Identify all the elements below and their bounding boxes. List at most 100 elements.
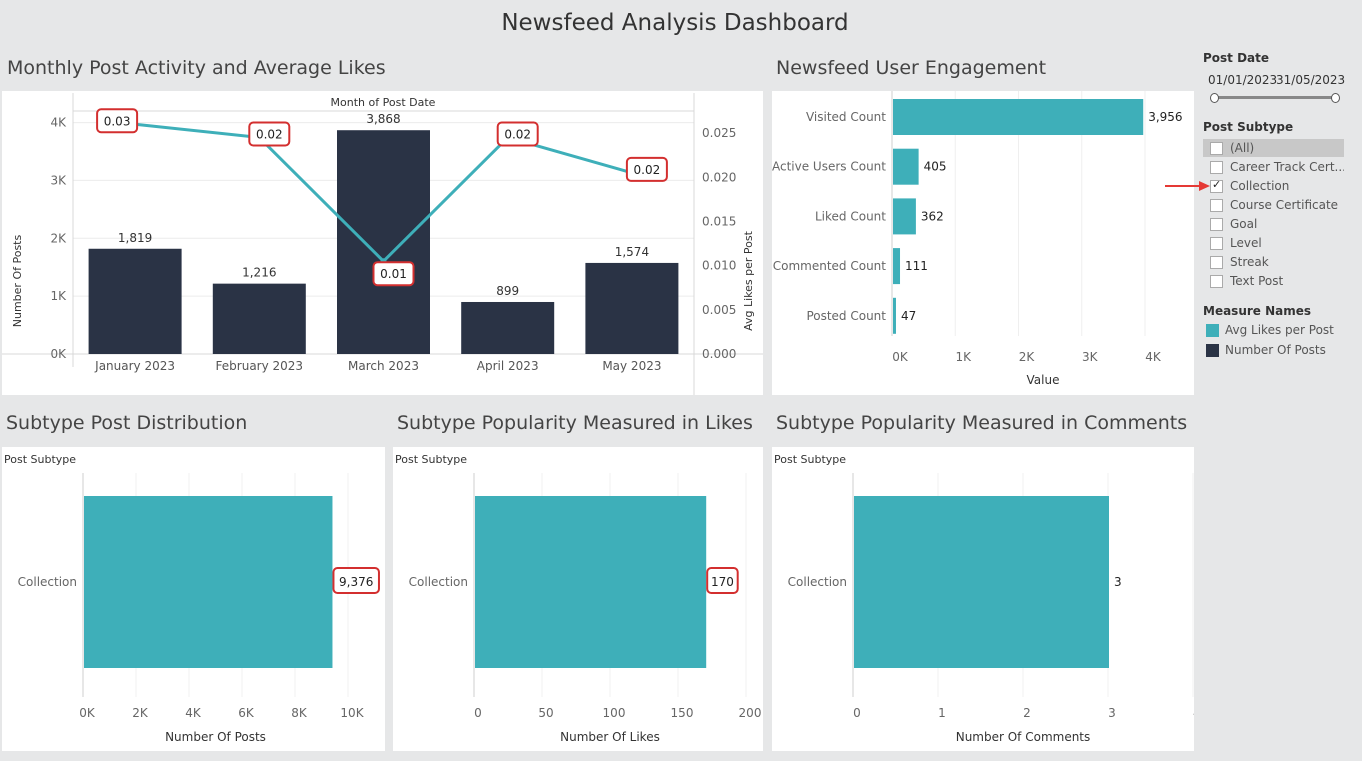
dist-chart-panel[interactable]: Post Subtype 0K 2K 4K 6K 8K 10K Collection 9,376…: [2, 447, 385, 751]
measure-names-title: Measure Names: [1203, 304, 1312, 318]
comments-value-label: 3: [1114, 575, 1122, 589]
likes-tick-label: 100: [603, 706, 626, 720]
subtype-option-label: Career Track Cert...: [1230, 160, 1344, 174]
dashboard-title: Newsfeed Analysis Dashboard: [501, 10, 849, 36]
likes-header: Post Subtype: [395, 453, 467, 466]
dist-tick-label: 10K: [340, 706, 364, 720]
engagement-bar[interactable]: [893, 99, 1144, 135]
slider-track: [1212, 96, 1336, 99]
right-axis-label: Avg Likes per Post: [742, 230, 755, 330]
likes-bar[interactable]: [475, 496, 707, 668]
month-tick-label: March 2023: [348, 359, 419, 373]
comments-header: Post Subtype: [774, 453, 846, 466]
subtype-option-label: (All): [1230, 141, 1255, 155]
checkbox-icon[interactable]: [1210, 275, 1223, 288]
right-tick-label: 0.025: [702, 126, 736, 140]
avg-likes-label: 0.02: [634, 163, 661, 177]
subtype-option[interactable]: (All): [1203, 139, 1344, 157]
avg-likes-label: 0.02: [256, 128, 283, 142]
subtype-option[interactable]: Course Certificate: [1203, 196, 1344, 214]
monthly-chart[interactable]: Month of Post Date Number Of Posts Avg L…: [2, 91, 763, 395]
likes-tick-label: 200: [739, 706, 762, 720]
comments-tick-label: 4: [1193, 706, 1194, 720]
checkbox-icon[interactable]: [1210, 237, 1223, 250]
date-range-slider[interactable]: [1210, 93, 1340, 103]
dist-tick-label: 0K: [79, 706, 96, 720]
checkbox-icon[interactable]: [1210, 142, 1223, 155]
subtype-option[interactable]: ✓ Collection: [1203, 177, 1344, 195]
comments-chart[interactable]: Post Subtype 0 1 2 3 4 Collection 3 Number Of Co…: [772, 447, 1201, 751]
red-arrow-icon: [1165, 181, 1210, 191]
post-subtype-filter-title: Post Subtype: [1203, 120, 1294, 134]
engagement-value-label: 362: [921, 209, 944, 223]
subtype-option-label: Text Post: [1230, 274, 1284, 288]
right-tick-label: 0.005: [702, 303, 736, 317]
likes-xlabel: Number Of Likes: [560, 730, 660, 744]
engagement-xlabel: Value: [1027, 373, 1060, 387]
dist-header: Post Subtype: [4, 453, 76, 466]
month-tick-label: May 2023: [602, 359, 661, 373]
dist-chart[interactable]: Post Subtype 0K 2K 4K 6K 8K 10K Collection 9,376…: [2, 447, 385, 751]
slider-end-handle[interactable]: [1331, 93, 1340, 103]
checkmark-icon: ✓: [1212, 178, 1222, 191]
subtype-option[interactable]: Text Post: [1203, 272, 1344, 290]
left-tick-label: 4K: [50, 116, 67, 130]
engagement-tick-label: 3K: [1082, 350, 1099, 364]
engagement-tick-label: 1K: [955, 350, 972, 364]
left-tick-label: 1K: [50, 289, 67, 303]
checkbox-icon[interactable]: [1210, 218, 1223, 231]
likes-value-label: 170: [711, 575, 734, 589]
posts-bar[interactable]: [212, 283, 306, 354]
legend-label: Number Of Posts: [1225, 343, 1326, 357]
slider-start-handle[interactable]: [1210, 93, 1219, 103]
posts-bar[interactable]: [461, 301, 555, 354]
right-tick-label: 0.010: [702, 259, 736, 273]
dist-bar[interactable]: [84, 496, 333, 668]
left-tick-label: 3K: [50, 173, 67, 187]
subtype-option[interactable]: Streak: [1203, 253, 1344, 271]
dist-xlabel: Number Of Posts: [165, 730, 266, 744]
subtype-option[interactable]: Career Track Cert...: [1203, 158, 1344, 176]
posts-bar-label: 1,819: [118, 231, 152, 245]
engagement-category-label: Liked Count: [815, 209, 886, 223]
engagement-bar[interactable]: [893, 198, 916, 235]
legend-swatch-icon: [1206, 344, 1219, 357]
engagement-value-label: 47: [901, 309, 916, 323]
checkbox-icon[interactable]: [1210, 161, 1223, 174]
engagement-chart-title: Newsfeed User Engagement: [776, 57, 1047, 79]
posts-bar-label: 1,574: [615, 245, 649, 259]
engagement-bar[interactable]: [893, 148, 919, 185]
subtype-option[interactable]: Goal: [1203, 215, 1344, 233]
comments-bar[interactable]: [854, 496, 1109, 668]
posts-bar[interactable]: [88, 248, 182, 354]
monthly-chart-title: Monthly Post Activity and Average Likes: [7, 57, 386, 79]
monthly-chart-panel[interactable]: Month of Post Date Number Of Posts Avg L…: [2, 91, 763, 395]
date-end: 31/05/2023: [1276, 73, 1346, 87]
legend-label: Avg Likes per Post: [1225, 323, 1334, 337]
comments-tick-label: 3: [1108, 706, 1116, 720]
subtype-option-label: Goal: [1230, 217, 1258, 231]
engagement-category-label: Visited Count: [806, 110, 886, 124]
right-tick-label: 0.015: [702, 214, 736, 228]
post-date-filter-title: Post Date: [1203, 51, 1270, 65]
comments-xlabel: Number Of Comments: [956, 730, 1091, 744]
comments-category-label: Collection: [788, 575, 847, 589]
engagement-bar[interactable]: [893, 248, 901, 285]
engagement-bar[interactable]: [893, 297, 896, 334]
likes-chart[interactable]: Post Subtype 0 50 100 150 200 Collection 170 Num…: [393, 447, 763, 751]
checkbox-icon[interactable]: [1210, 199, 1223, 212]
legend-swatch-icon: [1206, 324, 1219, 337]
subtype-option[interactable]: Level: [1203, 234, 1344, 252]
subtype-option-label: Streak: [1230, 255, 1269, 269]
comments-chart-panel[interactable]: Post Subtype 0 1 2 3 4 Collection 3 Number Of Co…: [772, 447, 1201, 751]
avg-likes-label: 0.03: [104, 114, 131, 128]
right-tick-label: 0.020: [702, 170, 736, 184]
engagement-chart[interactable]: Visited Count 3,956 Active Users Count 405 L…: [772, 91, 1194, 395]
likes-chart-panel[interactable]: Post Subtype 0 50 100 150 200 Collection 170 Num…: [393, 447, 763, 751]
posts-bar[interactable]: [337, 130, 430, 354]
posts-bar[interactable]: [585, 262, 679, 354]
engagement-chart-panel[interactable]: Visited Count 3,956 Active Users Count 405 L…: [772, 91, 1194, 395]
left-tick-label: 0K: [50, 347, 67, 361]
dist-chart-title: Subtype Post Distribution: [6, 412, 248, 434]
checkbox-icon[interactable]: [1210, 256, 1223, 269]
